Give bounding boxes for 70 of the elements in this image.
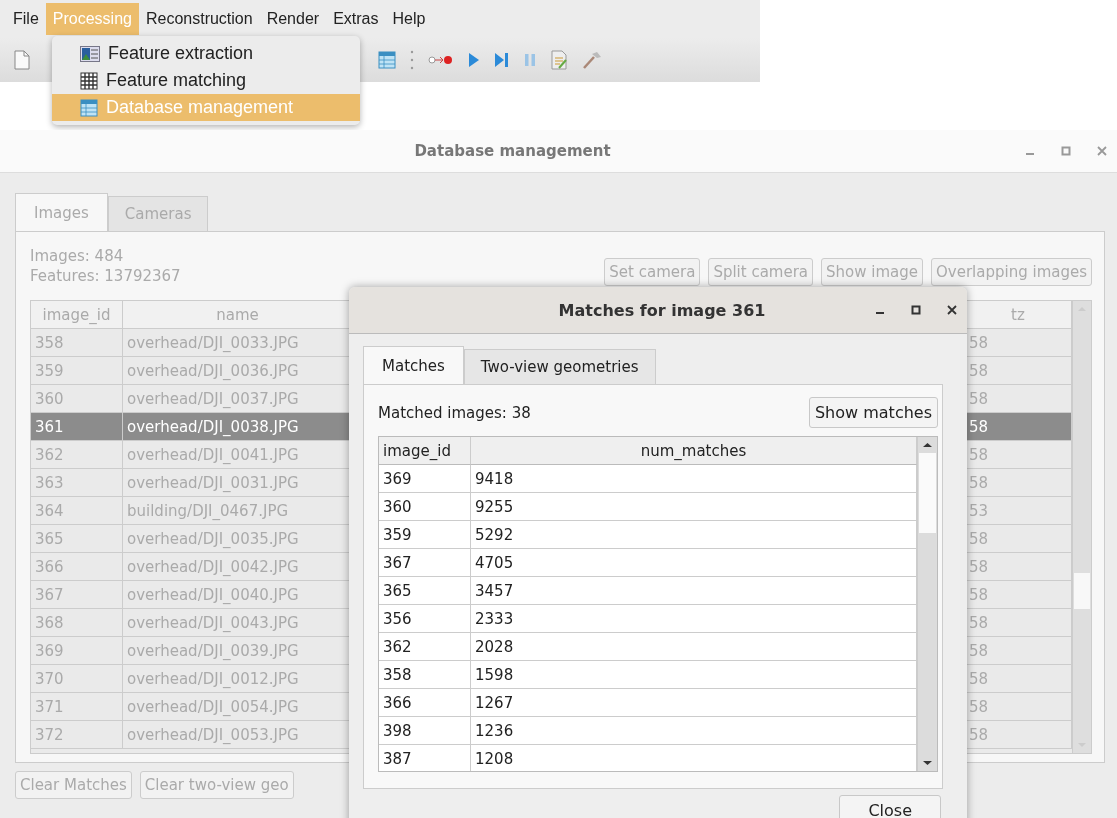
grid-icon bbox=[80, 71, 98, 90]
table-cell: 364 bbox=[31, 497, 123, 525]
image-icon bbox=[80, 45, 100, 62]
maximize-icon[interactable] bbox=[911, 305, 921, 315]
table-cell: 1267 bbox=[471, 689, 917, 717]
hammer-icon[interactable] bbox=[582, 51, 602, 69]
table-cell: 4705 bbox=[471, 549, 917, 577]
images-count: Images: 484 bbox=[30, 246, 125, 266]
table-cell: 362 bbox=[379, 633, 471, 661]
table-cell: 370 bbox=[31, 665, 123, 693]
table-cell: 9255 bbox=[471, 493, 917, 521]
table-cell: 366 bbox=[379, 689, 471, 717]
menu-option[interactable]: Feature matching bbox=[52, 67, 360, 94]
menu-item[interactable]: Reconstruction bbox=[138, 3, 260, 35]
new-file-icon[interactable] bbox=[14, 50, 30, 70]
table-cell: 368 bbox=[31, 609, 123, 637]
table-cell: 5292 bbox=[471, 521, 917, 549]
matched-count: Matched images: 38 bbox=[378, 403, 531, 422]
scrollbar-thumb[interactable] bbox=[919, 453, 936, 533]
table-cell: 358 bbox=[379, 661, 471, 689]
column-header[interactable]: num_matches bbox=[471, 437, 917, 465]
table-cell: 387 bbox=[379, 745, 471, 771]
table-cell: 369 bbox=[31, 637, 123, 665]
scrollbar-thumb[interactable] bbox=[1074, 573, 1090, 609]
table-cell: 9418 bbox=[471, 465, 917, 493]
pause-icon[interactable] bbox=[524, 53, 536, 67]
play-icon[interactable] bbox=[468, 52, 480, 68]
table-icon bbox=[80, 98, 98, 117]
table-icon bbox=[378, 51, 396, 69]
table-cell: 362 bbox=[31, 441, 123, 469]
column-header[interactable]: image_id bbox=[379, 437, 471, 465]
menu-item[interactable]: Extras bbox=[326, 3, 386, 35]
table-cell: 367 bbox=[379, 549, 471, 577]
table-cell: 359 bbox=[31, 357, 123, 385]
step-forward-icon[interactable] bbox=[494, 52, 510, 68]
table-cell: 372 bbox=[31, 721, 123, 749]
table-cell: 359 bbox=[379, 521, 471, 549]
table-cell: 369 bbox=[379, 465, 471, 493]
tab[interactable]: Two-view geometries bbox=[463, 349, 656, 384]
scrollbar[interactable] bbox=[1072, 301, 1091, 753]
table-cell: 360 bbox=[379, 493, 471, 521]
menu-item[interactable]: File bbox=[6, 3, 46, 35]
close-icon[interactable] bbox=[947, 305, 957, 315]
table-cell: 58 bbox=[965, 413, 1072, 441]
scrollbar[interactable] bbox=[917, 437, 937, 771]
tab[interactable]: Matches bbox=[363, 346, 464, 384]
table-cell: 1598 bbox=[471, 661, 917, 689]
table-cell: 358 bbox=[31, 329, 123, 357]
table-cell: 2028 bbox=[471, 633, 917, 661]
window-title: Database management bbox=[413, 142, 612, 160]
dialog-title: Matches for image 361 bbox=[557, 300, 767, 320]
close-button[interactable]: Close bbox=[839, 795, 941, 818]
table-cell: 361 bbox=[31, 413, 123, 441]
table-cell: 2333 bbox=[471, 605, 917, 633]
connector-icon[interactable] bbox=[428, 55, 454, 65]
menu-item[interactable]: Render bbox=[259, 3, 327, 35]
table-cell: 366 bbox=[31, 553, 123, 581]
table-cell: 371 bbox=[31, 693, 123, 721]
table-cell: 365 bbox=[31, 525, 123, 553]
table-cell: 398 bbox=[379, 717, 471, 745]
document-icon[interactable] bbox=[550, 50, 568, 70]
show-matches-button[interactable]: Show matches bbox=[808, 397, 938, 428]
table-cell: 365 bbox=[379, 577, 471, 605]
table-cell: 3457 bbox=[471, 577, 917, 605]
features-count: Features: 13792367 bbox=[30, 266, 181, 286]
menu-item[interactable]: Help bbox=[385, 3, 433, 35]
table-cell: 367 bbox=[31, 581, 123, 609]
table-cell: 1236 bbox=[471, 717, 917, 745]
table-cell: 356 bbox=[379, 605, 471, 633]
table-cell: 363 bbox=[31, 469, 123, 497]
